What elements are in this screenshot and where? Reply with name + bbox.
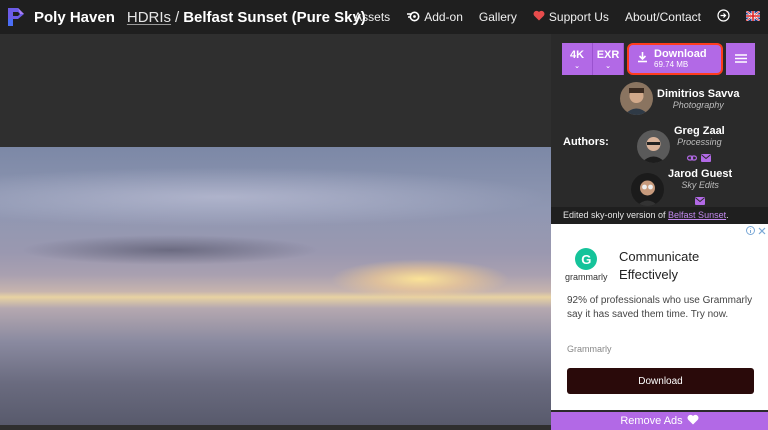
author-jarod-guest: Jarod Guest Sky Edits: [631, 168, 732, 210]
avatar[interactable]: [631, 172, 664, 206]
app-root: Poly Haven HDRIs / Belfast Sunset (Pure …: [0, 0, 768, 430]
brand-name: Poly Haven: [34, 8, 115, 26]
breadcrumb-hdris-link[interactable]: HDRIs: [127, 9, 171, 26]
grammarly-logo[interactable]: G grammarly: [565, 248, 608, 282]
nav-assets[interactable]: Assets: [346, 0, 398, 34]
format-select[interactable]: EXR ⌄: [593, 43, 624, 75]
poly-haven-logo-icon: [8, 8, 24, 26]
nav-gallery-label: Gallery: [478, 10, 517, 24]
chevron-down-icon: ⌄: [605, 62, 611, 70]
original-asset-link[interactable]: Belfast Sunset: [668, 210, 726, 220]
remove-ads-button[interactable]: Remove Ads: [551, 412, 768, 430]
author-role: Sky Edits: [681, 180, 719, 190]
nav-support[interactable]: Support Us: [525, 0, 617, 34]
hdri-cloud-layer: [0, 167, 551, 227]
uk-flag-icon: [745, 10, 761, 24]
ad-headline[interactable]: Communicate Effectively: [619, 248, 759, 284]
nav-assets-label: Assets: [354, 10, 391, 24]
link-icon[interactable]: [687, 149, 698, 167]
resolution-select[interactable]: 4K ⌄: [562, 43, 593, 75]
authors-label: Authors:: [563, 136, 609, 148]
format-value: EXR: [596, 48, 620, 61]
hdri-sun-glow: [330, 259, 510, 299]
edited-note: Edited sky-only version of Belfast Sunse…: [551, 207, 768, 224]
grammarly-g-icon: G: [575, 248, 598, 270]
author-name[interactable]: Jarod Guest: [668, 168, 732, 180]
nav-support-label: Support Us: [548, 10, 609, 24]
author-dimitrios-savva: Dimitrios Savva Photography: [620, 82, 740, 115]
ad-body: 92% of professionals who use Grammarly s…: [567, 295, 753, 320]
author-name[interactable]: Dimitrios Savva: [657, 88, 740, 100]
heart-icon: [533, 10, 545, 24]
language-button[interactable]: [738, 0, 768, 34]
top-navbar: Poly Haven HDRIs / Belfast Sunset (Pure …: [0, 0, 768, 34]
edited-note-suffix: .: [726, 210, 729, 220]
author-greg-zaal: Greg Zaal Processing: [637, 125, 725, 167]
download-bar: 4K ⌄ EXR ⌄ Download 69.74 MB: [562, 43, 757, 75]
avatar[interactable]: [620, 82, 653, 115]
login-icon: [717, 9, 730, 25]
ad-brand: Grammarly: [567, 344, 612, 354]
hdri-preview-image[interactable]: [0, 147, 551, 425]
info-icon: [746, 226, 755, 237]
hamburger-icon: [734, 50, 747, 68]
breadcrumb: HDRIs / Belfast Sunset (Pure Sky): [127, 9, 366, 26]
hdri-viewer: [0, 34, 551, 430]
author-role: Photography: [672, 99, 724, 110]
nav-gallery[interactable]: Gallery: [471, 0, 525, 34]
hdri-cloud-shadow: [20, 235, 320, 265]
email-icon[interactable]: [701, 149, 712, 167]
advertisement: G grammarly Communicate Effectively 92% …: [551, 224, 768, 410]
download-button[interactable]: Download 69.74 MB: [627, 43, 723, 75]
login-button[interactable]: [709, 0, 738, 34]
resolution-value: 4K: [569, 48, 585, 61]
author-role: Processing: [677, 137, 722, 147]
poly-haven-logo[interactable]: Poly Haven: [0, 6, 115, 28]
download-label: Download: [654, 48, 707, 60]
nav-about[interactable]: About/Contact: [617, 0, 709, 34]
nav-addon[interactable]: Add-on: [398, 0, 471, 34]
main-nav: Assets Add-on Gallery Support Us About/C…: [346, 0, 768, 34]
author-name[interactable]: Greg Zaal: [674, 125, 725, 137]
download-options-menu-button[interactable]: [726, 43, 755, 75]
ad-choices[interactable]: [746, 226, 766, 237]
breadcrumb-separator: /: [175, 8, 180, 26]
heart-icon: [687, 414, 699, 428]
avatar[interactable]: [637, 129, 670, 163]
close-icon: [758, 227, 766, 237]
edited-note-prefix: Edited sky-only version of: [563, 210, 669, 220]
chevron-down-icon: ⌄: [574, 62, 580, 70]
nav-addon-label: Add-on: [424, 10, 463, 24]
grammarly-wordmark: grammarly: [565, 272, 608, 282]
download-icon: [637, 50, 648, 68]
page-title: Belfast Sunset (Pure Sky): [183, 8, 366, 26]
remove-ads-label: Remove Ads: [620, 415, 683, 427]
ad-download-button[interactable]: Download: [567, 368, 754, 394]
download-size: 69.74 MB: [654, 60, 689, 69]
blender-icon: [406, 10, 420, 25]
nav-about-label: About/Contact: [624, 10, 701, 24]
